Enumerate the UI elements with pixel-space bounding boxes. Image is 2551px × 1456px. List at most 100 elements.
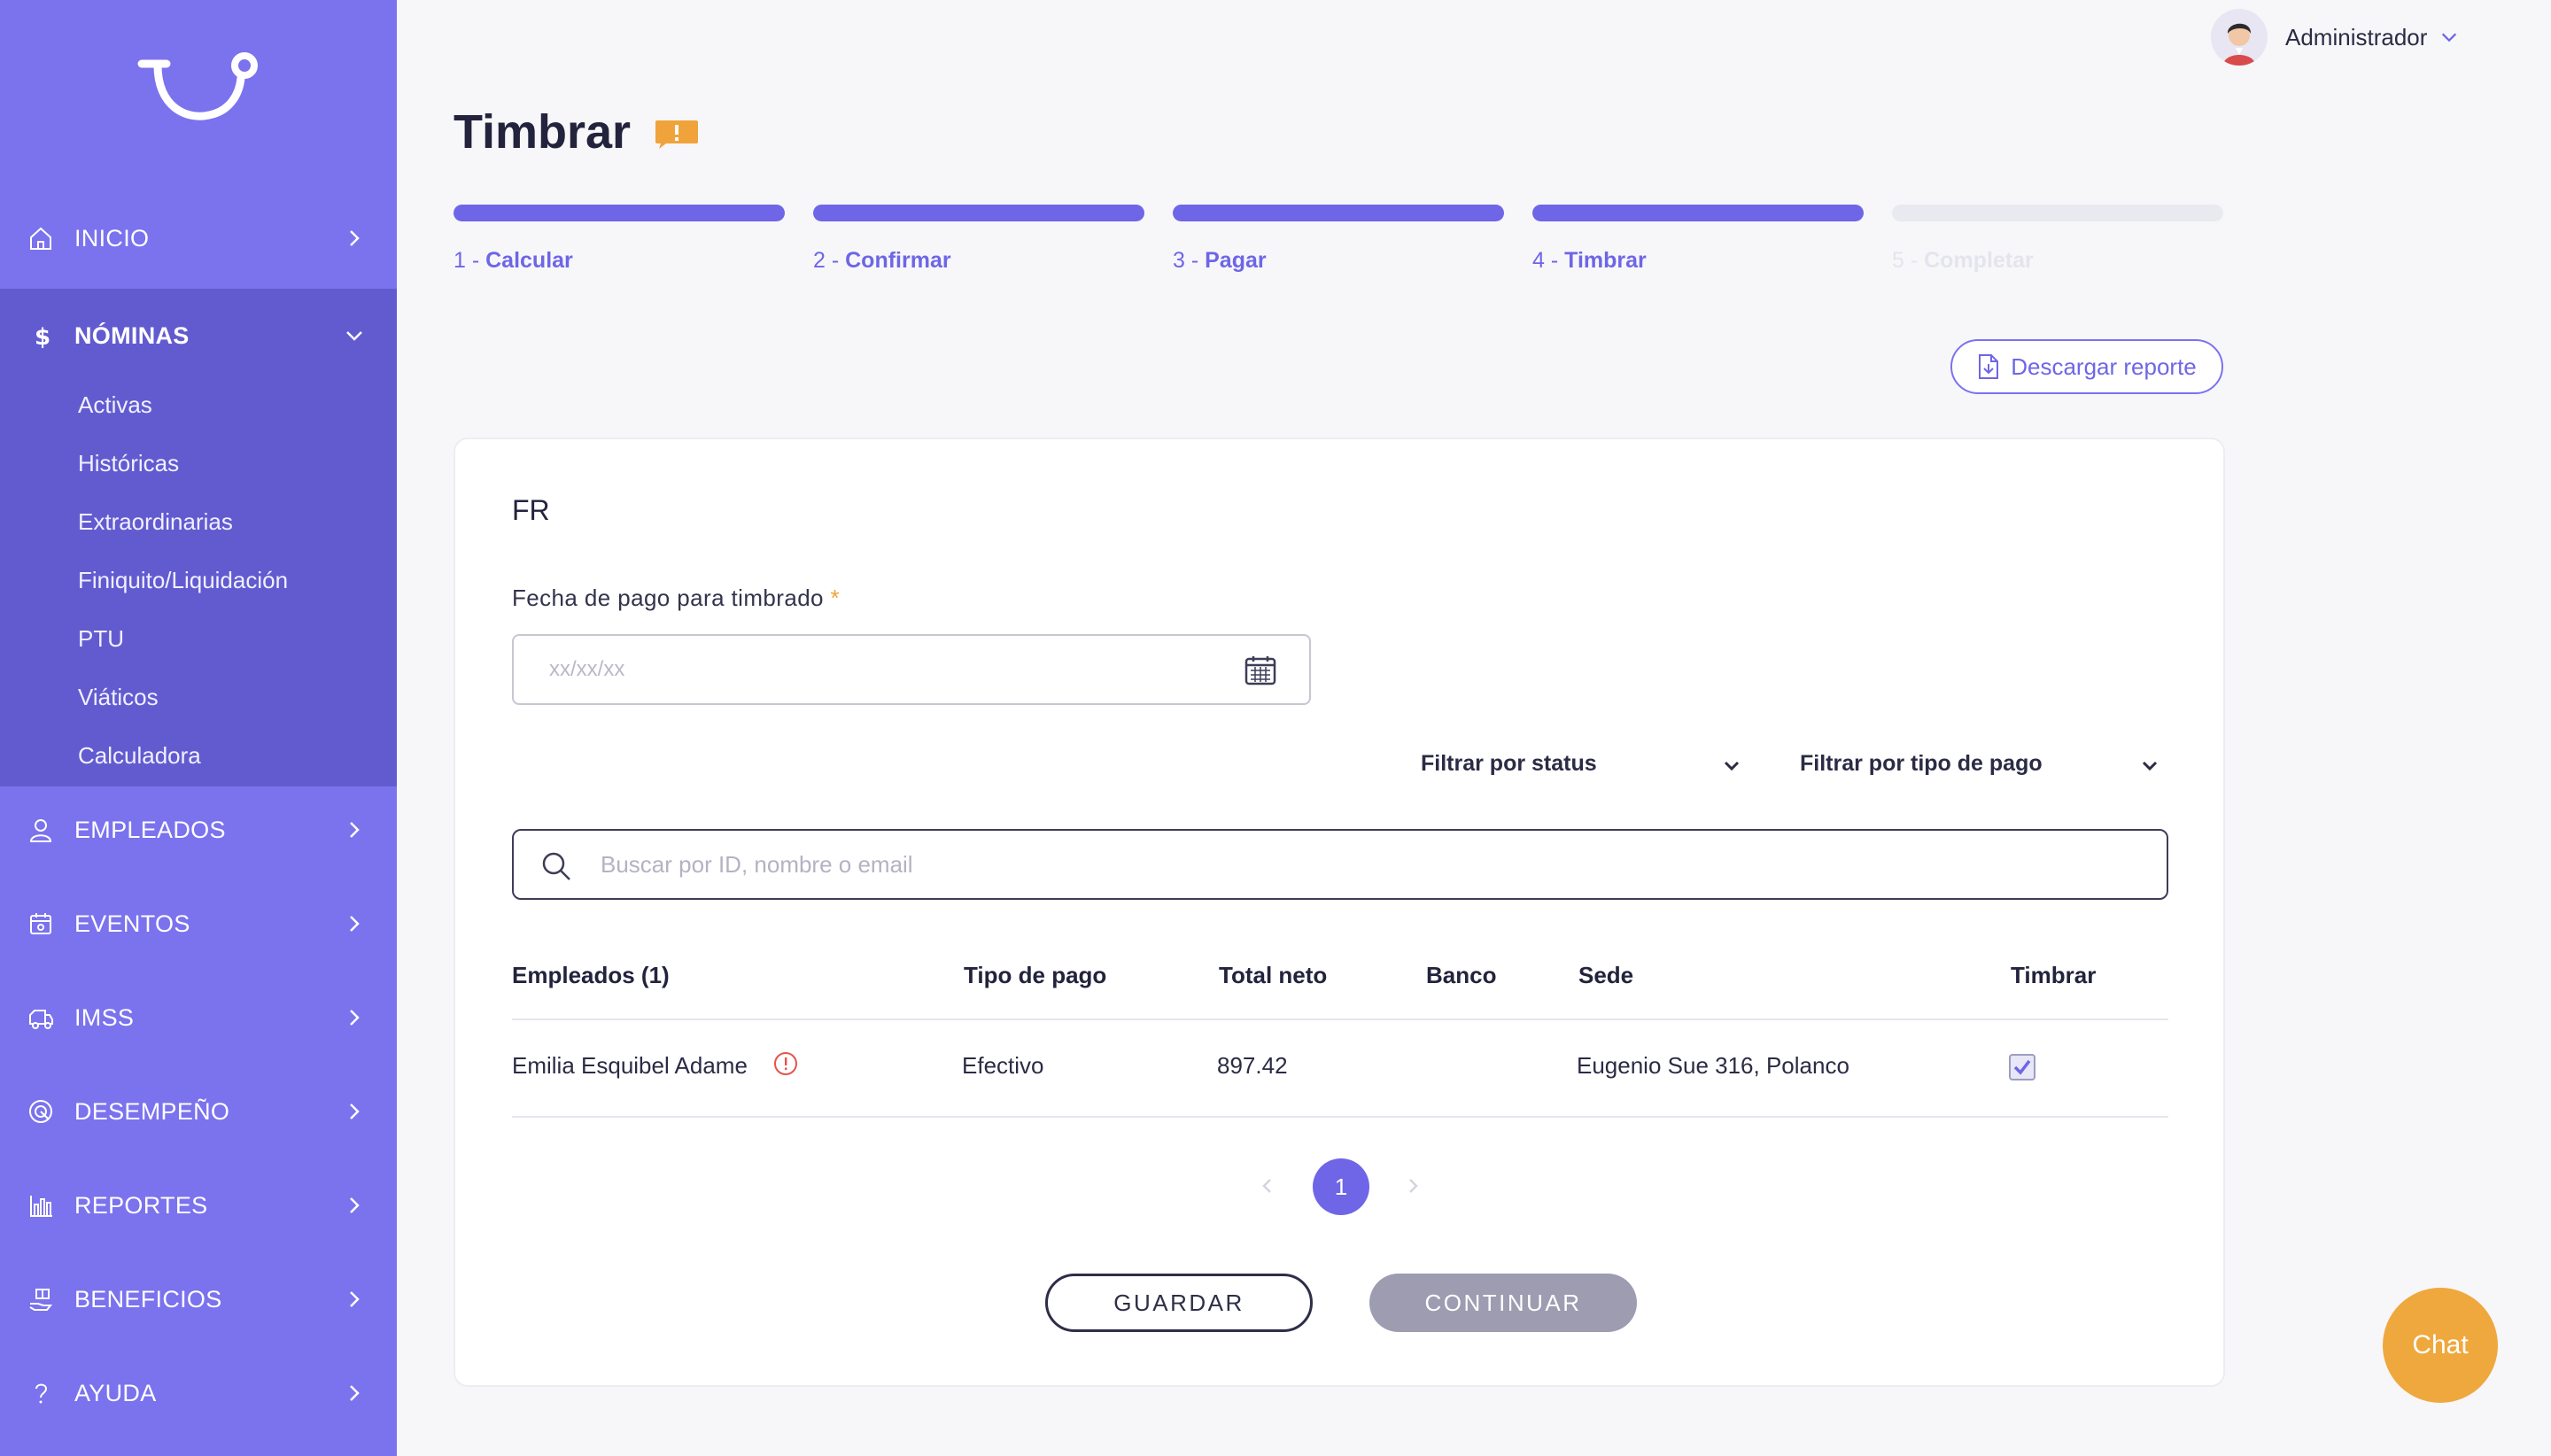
step-name: Pagar (1205, 248, 1267, 273)
sidebar: INICIO $ NÓMINAS Activas Históricas Extr… (0, 0, 397, 1456)
sidebar-item-desempeno[interactable]: DESEMPEÑO (0, 1065, 397, 1158)
step-progress-bar (813, 205, 1144, 221)
chevron-down-icon (1724, 761, 1740, 771)
column-header-tipo-pago[interactable]: Tipo de pago (964, 962, 1106, 989)
dollar-icon: $ (27, 321, 55, 350)
page-title: Timbrar (454, 105, 632, 159)
chat-button[interactable]: Chat (2383, 1288, 2498, 1403)
user-menu[interactable]: Administrador (2211, 9, 2459, 66)
alert-badge-icon[interactable] (654, 119, 700, 151)
step-number: 5 - (1892, 248, 1925, 273)
sidebar-item-imss[interactable]: IMSS (0, 971, 397, 1065)
column-header-timbrar[interactable]: Timbrar (2011, 962, 2096, 989)
search-input[interactable]: Buscar por ID, nombre o email (512, 829, 2168, 900)
continue-button[interactable]: CONTINUAR (1369, 1274, 1637, 1332)
table-divider (512, 1116, 2168, 1118)
step-name: Confirmar (845, 248, 951, 273)
step-name: Calcular (485, 248, 573, 273)
save-button[interactable]: GUARDAR (1045, 1274, 1313, 1332)
download-report-label: Descargar reporte (2011, 352, 2197, 380)
step-confirmar[interactable]: 2 - Confirmar (813, 248, 951, 274)
step-completar: 5 - Completar (1892, 248, 2034, 274)
app-logo[interactable] (133, 44, 266, 133)
cell-sede: Eugenio Sue 316, Polanco (1577, 1052, 1849, 1079)
sidebar-item-label: IMSS (74, 1003, 135, 1031)
sidebar-item-label: INICIO (74, 224, 150, 252)
chevron-right-icon (350, 1010, 360, 1026)
user-name: Administrador (2285, 23, 2428, 50)
svg-text:$: $ (35, 324, 50, 349)
submenu-item-historicas[interactable]: Históricas (78, 450, 179, 477)
sidebar-item-label: EMPLEADOS (74, 816, 226, 843)
filter-tipo-pago-dropdown[interactable]: Filtrar por tipo de pago (1800, 751, 2158, 777)
warning-circle-icon[interactable] (772, 1050, 799, 1077)
table-divider (512, 1018, 2168, 1020)
chevron-right-icon (350, 1197, 360, 1213)
sidebar-item-label: EVENTOS (74, 910, 190, 937)
card-title: FR (512, 494, 550, 526)
pagination-page-1[interactable]: 1 (1313, 1158, 1369, 1215)
submenu-item-ptu[interactable]: PTU (78, 625, 124, 653)
sidebar-item-inicio[interactable]: INICIO (0, 191, 397, 285)
chevron-right-icon (350, 916, 360, 932)
target-icon (27, 1097, 55, 1126)
sidebar-item-eventos[interactable]: EVENTOS (0, 877, 397, 971)
sidebar-nominas-group: $ NÓMINAS Activas Históricas Extraordina… (0, 289, 397, 786)
payment-date-input[interactable]: xx/xx/xx (512, 634, 1311, 705)
step-calcular[interactable]: 1 - Calcular (454, 248, 573, 274)
search-placeholder: Buscar por ID, nombre o email (601, 850, 913, 878)
sidebar-item-beneficios[interactable]: BENEFICIOS (0, 1252, 397, 1346)
step-number: 3 - (1173, 248, 1206, 273)
sidebar-item-empleados[interactable]: EMPLEADOS (0, 783, 397, 877)
filter-tipo-label: Filtrar por tipo de pago (1800, 751, 2043, 776)
sidebar-item-label: REPORTES (74, 1191, 208, 1219)
chevron-down-icon (346, 331, 362, 341)
pagination-next-icon[interactable] (1403, 1176, 1423, 1196)
submenu-item-calculadora[interactable]: Calculadora (78, 742, 201, 770)
ambulance-icon (27, 1003, 55, 1032)
column-header-total-neto[interactable]: Total neto (1219, 962, 1327, 989)
column-header-empleados[interactable]: Empleados (1) (512, 962, 670, 989)
filter-status-dropdown[interactable]: Filtrar por status (1421, 751, 1740, 777)
step-progress-bar (1532, 205, 1864, 221)
chevron-down-icon (2142, 761, 2158, 771)
column-header-sede[interactable]: Sede (1578, 962, 1633, 989)
sidebar-item-reportes[interactable]: REPORTES (0, 1158, 397, 1252)
pagination-prev-icon[interactable] (1258, 1176, 1277, 1196)
user-icon (27, 816, 55, 844)
chevron-right-icon (350, 822, 360, 838)
submenu-item-extraordinarias[interactable]: Extraordinarias (78, 508, 233, 536)
filter-status-label: Filtrar por status (1421, 751, 1597, 776)
sidebar-item-ayuda[interactable]: AYUDA (0, 1346, 397, 1440)
submenu-item-viaticos[interactable]: Viáticos (78, 684, 159, 711)
sidebar-item-nominas[interactable]: $ NÓMINAS (0, 289, 397, 383)
step-name: Completar (1924, 248, 2034, 273)
sidebar-item-label: AYUDA (74, 1379, 157, 1406)
gift-hand-icon (27, 1285, 55, 1313)
avatar (2211, 9, 2268, 66)
step-name: Timbrar (1564, 248, 1647, 273)
step-pagar[interactable]: 3 - Pagar (1173, 248, 1267, 274)
chevron-right-icon (350, 1385, 360, 1401)
column-header-banco[interactable]: Banco (1426, 962, 1496, 989)
download-report-button[interactable]: Descargar reporte (1950, 339, 2223, 394)
sidebar-item-label: DESEMPEÑO (74, 1097, 230, 1125)
sidebar-item-label: NÓMINAS (74, 321, 190, 349)
question-icon (27, 1379, 55, 1407)
step-progress-bar (1892, 205, 2223, 221)
step-progress-bar (1173, 205, 1504, 221)
submenu-item-activas[interactable]: Activas (78, 391, 152, 419)
step-number: 1 - (454, 248, 486, 273)
chevron-down-icon (2442, 33, 2457, 43)
date-label: Fecha de pago para timbrado * (512, 585, 840, 612)
step-timbrar[interactable]: 4 - Timbrar (1532, 248, 1647, 274)
timbrar-checkbox[interactable] (2009, 1054, 2035, 1080)
search-icon (542, 852, 570, 880)
calendar-icon[interactable] (1244, 654, 1277, 687)
chevron-right-icon (350, 1291, 360, 1307)
home-icon (27, 224, 55, 252)
submenu-item-finiquito[interactable]: Finiquito/Liquidación (78, 567, 288, 594)
cell-empleado[interactable]: Emilia Esquibel Adame (512, 1052, 748, 1080)
date-label-text: Fecha de pago para timbrado (512, 585, 824, 611)
checkmark-icon (2013, 1059, 2031, 1075)
